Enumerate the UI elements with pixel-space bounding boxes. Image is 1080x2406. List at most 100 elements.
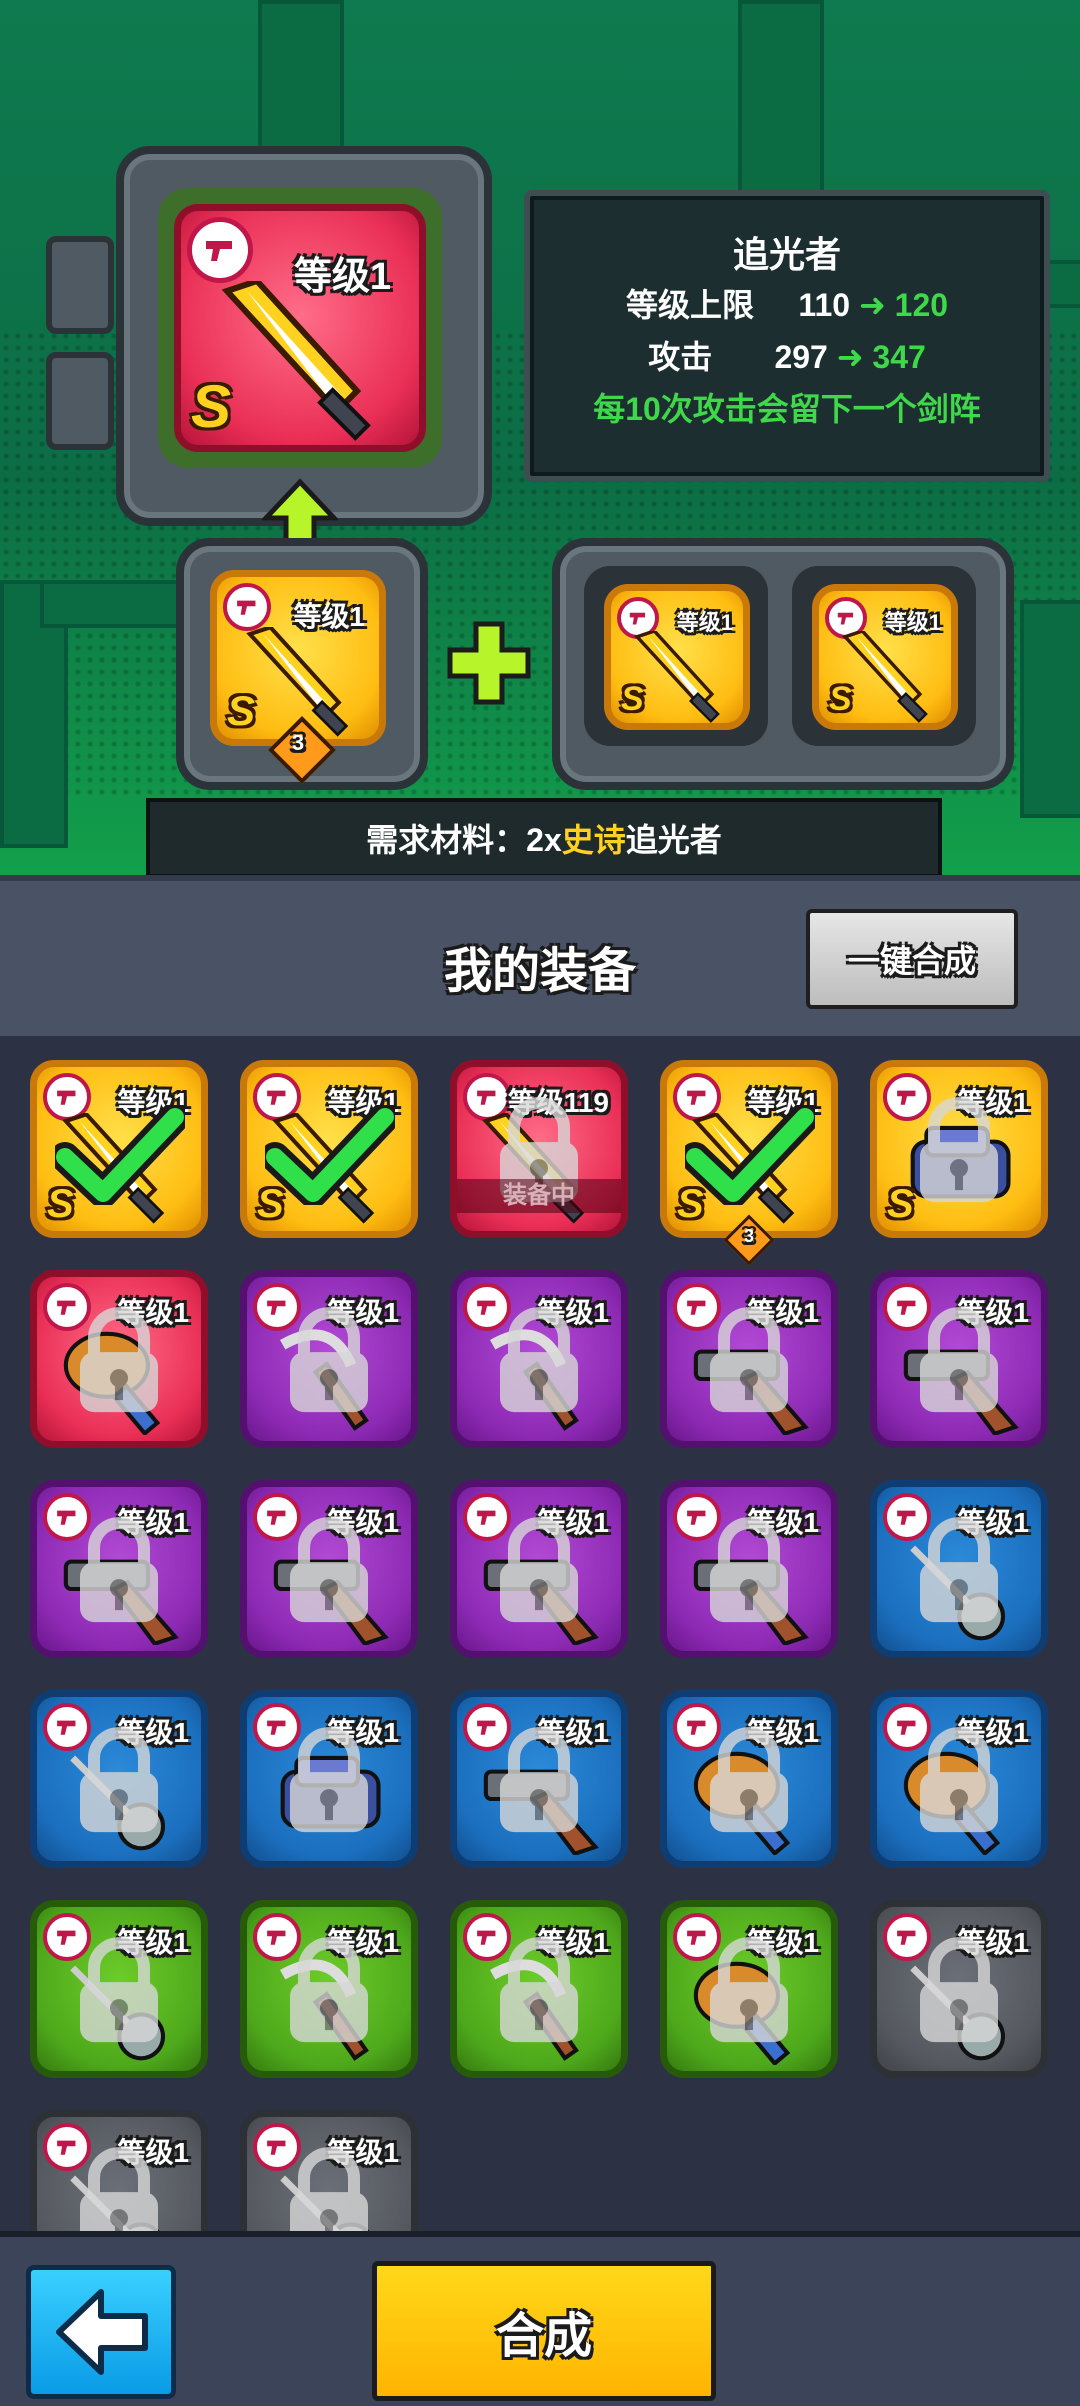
equipment-card[interactable]: 等级1 [870, 1690, 1048, 1868]
lock-icon [704, 1516, 794, 1631]
equipment-card[interactable]: 等级1 [660, 1270, 838, 1448]
lock-icon [74, 1936, 164, 2051]
equipment-card[interactable]: 等级1 [240, 1270, 418, 1448]
lock-icon [494, 1516, 584, 1631]
lock-icon [74, 1726, 164, 1841]
equipment-card[interactable]: 等级119 装备中 [450, 1060, 628, 1238]
requirement-prefix: 需求材料：2x [366, 822, 562, 858]
right-arrow-icon: ➜ [836, 339, 864, 375]
result-card[interactable]: 等级1 S [174, 204, 426, 452]
back-button[interactable] [26, 2265, 176, 2399]
lock-icon [74, 2146, 164, 2231]
rank-badge: S [829, 680, 852, 718]
background-pipe [738, 0, 824, 198]
equipment-card[interactable]: 等级1 [30, 1690, 208, 1868]
lock-icon [914, 1096, 1004, 1211]
lock-icon [914, 1726, 1004, 1841]
side-bolt [46, 236, 114, 334]
equipment-card[interactable]: 等级1 S [240, 1060, 418, 1238]
lock-icon [494, 1306, 584, 1421]
attack-from: 297 [774, 339, 828, 375]
equipment-card[interactable]: 等级1 [450, 1900, 628, 2078]
plus-icon [447, 621, 531, 705]
sword-icon [246, 627, 349, 737]
right-arrow-icon: ➜ [858, 287, 886, 323]
item-info-panel: 追光者 等级上限 110 ➜ 120 攻击 297 ➜ 347 每10次攻击会留… [524, 190, 1050, 482]
background-pipe [1020, 600, 1080, 818]
rank-badge: S [227, 687, 256, 734]
requirement-bar: 需求材料：2x 史诗 追光者 [146, 798, 942, 878]
background-pipe [258, 0, 344, 158]
lock-icon [74, 1306, 164, 1421]
equipment-card[interactable]: 等级1 [30, 1270, 208, 1448]
source-count: 3 [291, 730, 305, 755]
material-card-1[interactable]: 等级1 S [604, 584, 750, 730]
equipment-card[interactable]: 等级1 [870, 1480, 1048, 1658]
sword-icon [221, 281, 371, 441]
equipment-card[interactable]: 等级1 [240, 1690, 418, 1868]
equipment-card[interactable]: 等级1 S [870, 1060, 1048, 1238]
lock-icon [284, 1306, 374, 1421]
equipment-card[interactable]: 等级1 [660, 1690, 838, 1868]
lock-icon [704, 1306, 794, 1421]
lock-icon [284, 2146, 374, 2231]
equipment-card[interactable]: 等级1 [30, 1480, 208, 1658]
equipment-card[interactable]: 等级1 [870, 1900, 1048, 2078]
lock-icon [494, 1726, 584, 1841]
lock-icon [284, 1936, 374, 2051]
bottom-bar: 合成 [0, 2231, 1080, 2406]
equipment-card[interactable]: 等级1 S [660, 1060, 838, 1238]
rank-badge: S [887, 1182, 914, 1226]
equipment-count: 3 [743, 1226, 754, 1246]
material-card-2[interactable]: 等级1 S [812, 584, 958, 730]
equipment-card[interactable]: 等级1 [450, 1480, 628, 1658]
left-arrow-icon [56, 2289, 148, 2375]
lock-icon [914, 1516, 1004, 1631]
equipped-label: 装备中 [457, 1179, 621, 1213]
requirement-item: 追光者 [625, 822, 722, 858]
equipment-card[interactable]: 等级1 S [30, 1060, 208, 1238]
sword-icon [634, 631, 720, 723]
gun-icon [223, 583, 271, 631]
lock-icon [704, 1936, 794, 2051]
equipment-header: 我的装备 一键合成 [0, 875, 1080, 1042]
equipment-card[interactable]: 等级1 [660, 1900, 838, 2078]
equipment-card[interactable]: 等级1 [240, 2110, 418, 2231]
rank-badge: S [621, 680, 644, 718]
level-cap-label: 等级上限 [625, 287, 754, 323]
equipment-card[interactable]: 等级1 [240, 1900, 418, 2078]
level-cap-row: 等级上限 110 ➜ 120 [530, 280, 1044, 326]
one-key-combine-button[interactable]: 一键合成 [806, 909, 1018, 1009]
checkmark-icon [680, 1102, 820, 1210]
equipment-card[interactable]: 等级1 [870, 1270, 1048, 1448]
lock-icon [494, 1936, 584, 2051]
requirement-rarity: 史诗 [561, 822, 626, 858]
equipment-card[interactable]: 等级1 [240, 1480, 418, 1658]
checkmark-icon [260, 1102, 400, 1210]
equipment-grid: 等级1 S 等级1 S 等级119 装备中 等级1 S 3 等级1 S 等级1 等级1 等级1 等级1 等级1… [0, 1036, 1080, 2231]
lock-icon [74, 1516, 164, 1631]
equipment-card[interactable]: 等级1 [450, 1690, 628, 1868]
equipment-card[interactable]: 等级1 [30, 2110, 208, 2231]
rank-badge: S [191, 373, 232, 440]
level-cap-from: 110 [798, 287, 851, 323]
equipment-card[interactable]: 等级1 [660, 1480, 838, 1658]
gun-icon [187, 217, 253, 283]
attack-label: 攻击 [648, 339, 713, 375]
lock-icon [284, 1516, 374, 1631]
equipment-card[interactable]: 等级1 [30, 1900, 208, 2078]
combine-button[interactable]: 合成 [372, 2261, 716, 2401]
attack-row: 攻击 297 ➜ 347 [530, 332, 1044, 378]
lock-icon [914, 1306, 1004, 1421]
side-bolt [46, 352, 114, 450]
synthesis-area: 等级1 S 等级1 S 3 等级1 S 等级1 S 追光者 等级上限 110 ➜… [0, 0, 1080, 878]
attack-to: 347 [872, 339, 926, 375]
effect-text: 每10次攻击会留下一个剑阵 [593, 391, 981, 427]
lock-icon [914, 1936, 1004, 2051]
equipment-card[interactable]: 等级1 [450, 1270, 628, 1448]
checkmark-icon [50, 1102, 190, 1210]
item-name: 追光者 [732, 234, 841, 275]
lock-icon [704, 1726, 794, 1841]
level-cap-to: 120 [894, 287, 949, 323]
sword-icon [842, 631, 928, 723]
